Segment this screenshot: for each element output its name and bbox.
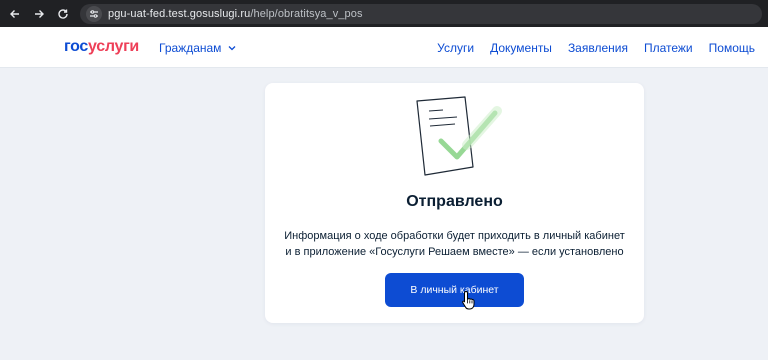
success-card: Отправлено Информация о ходе обработки б…	[265, 83, 644, 323]
personal-account-button[interactable]: В личный кабинет	[385, 273, 524, 307]
nav-item-help[interactable]: Помощь	[709, 41, 755, 55]
address-bar[interactable]: pgu-uat-fed.test.gosuslugi.ru/help/obrat…	[80, 3, 762, 24]
logo-part-uslugi: услуги	[88, 38, 139, 55]
nav-item-payments[interactable]: Платежи	[644, 41, 693, 55]
gosuslugi-logo[interactable]: госуслуги	[64, 38, 139, 56]
url-path: /help/obratitsya_v_pos	[250, 7, 363, 20]
document-check-illustration	[416, 96, 502, 176]
audience-label: Гражданам	[159, 41, 222, 55]
nav-item-applications[interactable]: Заявления	[568, 41, 628, 55]
back-arrow-icon[interactable]	[4, 3, 26, 25]
chevron-down-icon	[228, 46, 236, 51]
site-header: госуслуги Гражданам Услуги Документы Зая…	[0, 27, 768, 68]
reload-icon[interactable]	[52, 3, 74, 25]
hand-pointer-icon	[462, 290, 475, 310]
top-navigation: Услуги Документы Заявления Платежи Помощ…	[421, 41, 755, 55]
nav-item-documents[interactable]: Документы	[490, 41, 552, 55]
browser-toolbar: pgu-uat-fed.test.gosuslugi.ru/help/obrat…	[0, 0, 768, 27]
card-description: Информация о ходе обработки будет приход…	[279, 228, 630, 260]
audience-dropdown[interactable]: Гражданам	[159, 41, 237, 55]
card-title: Отправлено	[406, 193, 503, 210]
url-host: pgu-uat-fed.test.gosuslugi.ru	[108, 7, 251, 20]
card-description-line-2: и в приложение «Госуслуги Решаем вместе»…	[285, 246, 624, 258]
forward-arrow-icon[interactable]	[28, 3, 50, 25]
url-text: pgu-uat-fed.test.gosuslugi.ru/help/obrat…	[108, 8, 363, 20]
card-description-line-1: Информация о ходе обработки будет приход…	[284, 230, 625, 242]
site-settings-icon[interactable]	[86, 5, 102, 22]
nav-item-services[interactable]: Услуги	[437, 41, 474, 55]
logo-part-gos: гос	[64, 38, 89, 55]
